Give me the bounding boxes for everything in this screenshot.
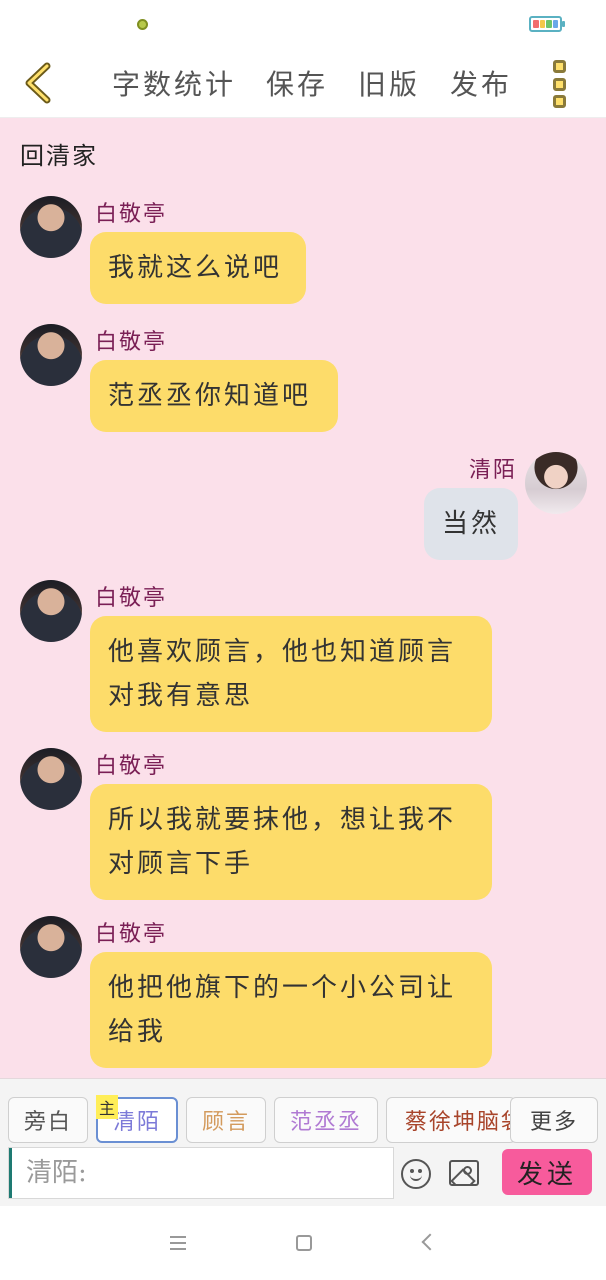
nav-menu-icon[interactable] <box>170 1236 186 1250</box>
sender-name: 清陌 <box>469 458 518 483</box>
message-input[interactable] <box>9 1148 393 1198</box>
sender-name: 白敬亭 <box>95 586 168 611</box>
role-chip-narrator[interactable]: 旁白 <box>8 1097 88 1143</box>
message-bubble[interactable]: 他把他旗下的一个小公司让给我 <box>90 952 492 1068</box>
avatar[interactable] <box>20 748 82 810</box>
role-chip-guyan[interactable]: 顾言 <box>186 1097 266 1143</box>
chat-area[interactable]: 回清家 白敬亭 我就这么说吧 白敬亭 范丞丞你知道吧 清陌 当然 白敬亭 他喜欢… <box>0 118 606 1078</box>
avatar[interactable] <box>20 324 82 386</box>
sender-name: 白敬亭 <box>95 330 168 355</box>
old-version-button[interactable]: 旧版 <box>358 63 420 103</box>
more-roles-button[interactable]: 更多 <box>510 1097 598 1143</box>
back-button[interactable] <box>18 62 58 104</box>
emoji-icon[interactable] <box>401 1159 431 1189</box>
message-input-box <box>8 1147 394 1199</box>
avatar[interactable] <box>20 196 82 258</box>
publish-button[interactable]: 发布 <box>450 63 512 103</box>
nav-back-icon[interactable] <box>421 1233 439 1251</box>
message-bubble[interactable]: 我就这么说吧 <box>90 232 306 304</box>
message-bubble[interactable]: 范丞丞你知道吧 <box>90 360 338 432</box>
send-button[interactable]: 发送 <box>502 1149 592 1195</box>
toolbar: 字数统计 保存 旧版 发布 <box>0 48 606 118</box>
message-bubble[interactable]: 他喜欢顾言，他也知道顾言对我有意思 <box>90 616 492 732</box>
toolbar-actions: 字数统计 保存 旧版 发布 <box>112 48 512 118</box>
more-menu-icon[interactable] <box>548 60 570 108</box>
sender-name: 白敬亭 <box>95 922 168 947</box>
composer: 旁白 主 清陌 顾言 范丞丞 蔡徐坤脑袋 更多 发送 <box>0 1078 606 1206</box>
notification-icon <box>137 19 148 30</box>
status-bar <box>0 0 606 48</box>
role-chips: 旁白 主 清陌 顾言 范丞丞 蔡徐坤脑袋 更多 <box>8 1095 598 1145</box>
battery-icon <box>529 16 565 32</box>
role-chip-caixukun[interactable]: 蔡徐坤脑袋 <box>386 1097 516 1143</box>
sender-name: 白敬亭 <box>95 202 168 227</box>
system-nav-bar <box>0 1206 606 1280</box>
word-count-button[interactable]: 字数统计 <box>112 63 236 103</box>
main-role-tag: 主 <box>96 1095 118 1119</box>
save-button[interactable]: 保存 <box>266 63 328 103</box>
back-arrow-icon <box>25 62 51 104</box>
message-bubble[interactable]: 当然 <box>424 488 518 560</box>
image-icon[interactable] <box>449 1160 479 1186</box>
section-title: 回清家 <box>20 142 98 170</box>
avatar[interactable] <box>20 916 82 978</box>
role-chip-fanchengcheng[interactable]: 范丞丞 <box>274 1097 378 1143</box>
avatar[interactable] <box>525 452 587 514</box>
sender-name: 白敬亭 <box>95 754 168 779</box>
avatar[interactable] <box>20 580 82 642</box>
nav-home-icon[interactable] <box>296 1235 312 1251</box>
message-bubble[interactable]: 所以我就要抹他，想让我不对顾言下手 <box>90 784 492 900</box>
